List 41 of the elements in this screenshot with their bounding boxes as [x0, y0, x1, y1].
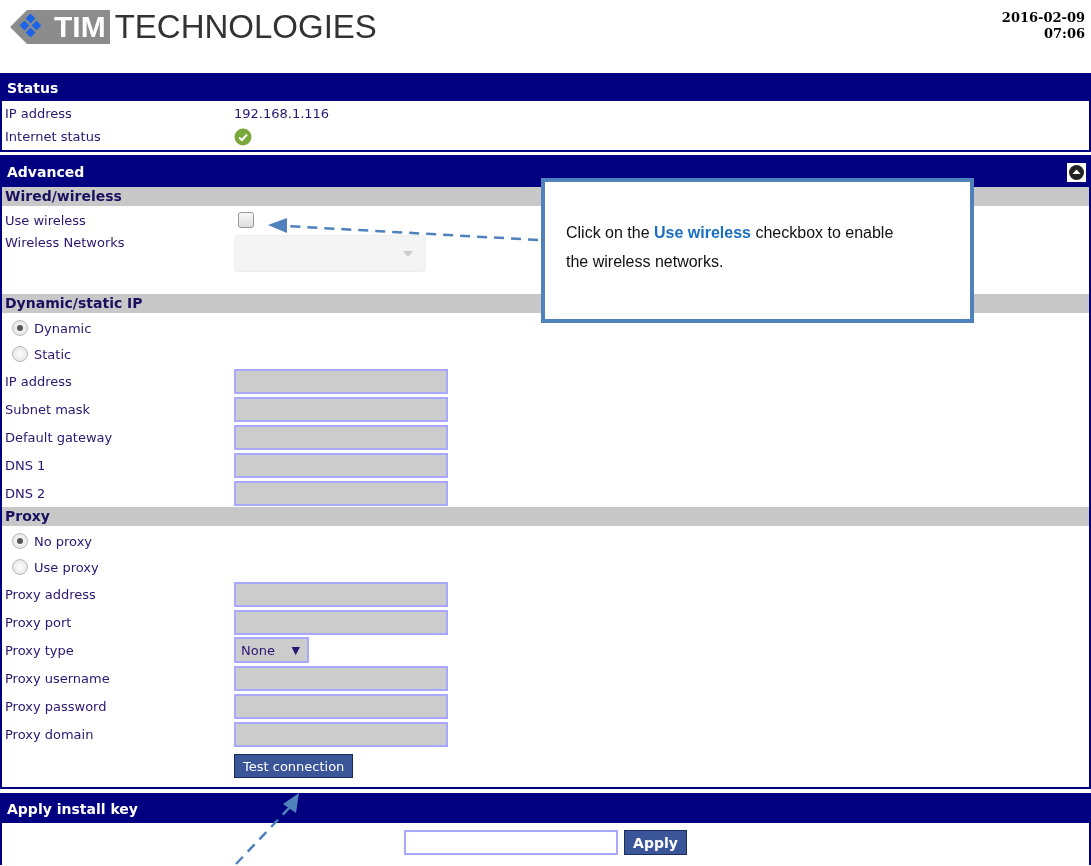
- radio-label: Dynamic: [34, 320, 92, 336]
- radio-button[interactable]: [12, 320, 28, 336]
- radio-button[interactable]: [12, 346, 28, 362]
- field-label: Proxy type: [5, 642, 75, 658]
- field-label: Proxy address: [5, 586, 97, 602]
- logo-mark: TIM: [50, 10, 110, 44]
- field-label: Wireless Networks: [5, 235, 126, 250]
- field-label: DNS 1: [5, 457, 47, 473]
- field-label: Proxy password: [5, 698, 108, 714]
- radio-button[interactable]: [12, 559, 28, 575]
- caret-icon: [403, 250, 413, 257]
- field-label: IP address: [5, 373, 73, 389]
- section-header: Proxy: [2, 507, 1089, 526]
- checkbox[interactable]: [238, 212, 254, 228]
- dashed-arrow: [235, 793, 299, 865]
- field-label: Proxy port: [5, 614, 73, 630]
- radio-label: No proxy: [34, 533, 93, 549]
- apply-button[interactable]: Apply: [624, 830, 687, 855]
- date-text: 2016-02-09: [1001, 10, 1085, 26]
- radio-button[interactable]: [12, 533, 28, 549]
- field-value: 192.168.1.116: [234, 106, 331, 121]
- time-text: 07:06: [1043, 26, 1085, 42]
- field-label: Internet status: [5, 129, 102, 144]
- field-label: DNS 2: [5, 485, 47, 501]
- logo-icon: [10, 10, 50, 44]
- radio-label: Use proxy: [34, 559, 99, 575]
- panel-title: Status: [2, 75, 1089, 101]
- field-label: Use wireless: [5, 212, 87, 228]
- test-connection-button[interactable]: Test connection: [234, 754, 354, 778]
- field-label: Proxy domain: [5, 726, 95, 742]
- collapse-icon[interactable]: [1067, 162, 1086, 182]
- install-key-field[interactable]: [404, 830, 619, 855]
- field-label: IP address: [5, 106, 73, 121]
- panel-title: Advanced: [7, 164, 85, 180]
- field-label: Proxy username: [5, 670, 111, 686]
- callout-text: Click on the Use wireless checkbox to enable the wireless networks.: [566, 223, 895, 272]
- field-label: Default gateway: [5, 429, 114, 445]
- logo-text: TECHNOLOGIES: [114, 8, 377, 46]
- panel-title: Apply install key: [2, 795, 1089, 823]
- field-label: Subnet mask: [5, 401, 92, 417]
- radio-label: Static: [34, 346, 72, 362]
